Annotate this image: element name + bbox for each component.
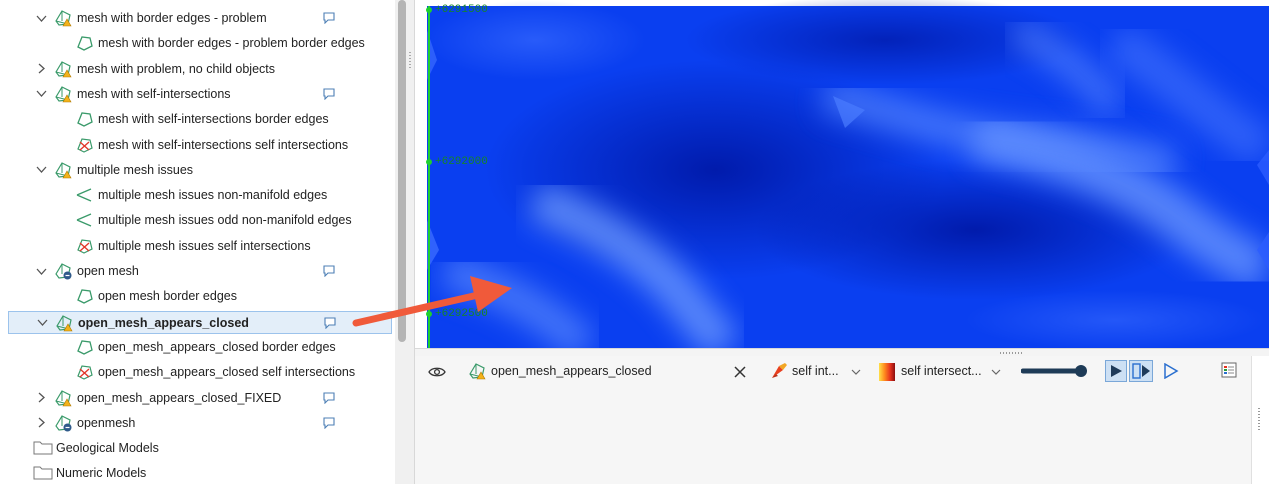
chevron-down-icon[interactable]: [34, 163, 48, 177]
folder-icon: [33, 464, 53, 482]
tree-item-label: mesh with problem, no child objects: [77, 61, 276, 76]
eye-icon[interactable]: [427, 364, 447, 380]
close-icon[interactable]: [731, 364, 749, 380]
tree-item-label: open mesh border edges: [98, 289, 237, 304]
play-icon[interactable]: [1105, 360, 1127, 382]
chevron-down-icon[interactable]: [849, 366, 863, 378]
tree-item-label: mesh with border edges - problem: [77, 11, 267, 25]
chevron-right-icon[interactable]: [34, 62, 48, 76]
tree-item-label: multiple mesh issues non-manifold edges: [98, 188, 328, 203]
chevron-down-icon[interactable]: [34, 87, 48, 101]
tree-item[interactable]: open_mesh_appears_closed: [8, 310, 392, 334]
tree-item-label: multiple mesh issues: [77, 162, 194, 177]
outline-play-icon[interactable]: [1161, 361, 1181, 381]
mesh-warning-icon: [54, 314, 74, 332]
tree-item-label: mesh with self-intersections border edge…: [98, 112, 329, 127]
tree-scrollbar[interactable]: [398, 0, 406, 342]
opacity-slider[interactable]: [1021, 364, 1089, 378]
comment-icon[interactable]: [322, 88, 338, 102]
chevron-down-icon[interactable]: [35, 316, 49, 330]
tree-item[interactable]: multiple mesh issues odd non-manifold ed…: [0, 209, 392, 232]
tree-item-label: Geological Models: [56, 441, 159, 456]
mesh-warning-icon: [53, 60, 73, 78]
chevron-right-icon[interactable]: [34, 416, 48, 430]
tree-item[interactable]: open_mesh_appears_closed self intersecti…: [0, 361, 392, 384]
tree-item[interactable]: mesh with problem, no child objects: [0, 58, 392, 81]
self-intersections-icon: [74, 237, 94, 255]
tree-item-label: multiple mesh issues self intersections: [98, 238, 311, 253]
tree-item[interactable]: multiple mesh issues non-manifold edges: [0, 184, 392, 207]
coordinate-label: +6292500: [435, 308, 488, 320]
comment-icon[interactable]: [322, 265, 338, 279]
shape-list-scrollbar[interactable]: [1251, 356, 1269, 484]
tree-item[interactable]: multiple mesh issues: [0, 159, 392, 182]
tree-item[interactable]: mesh with border edges - problem border …: [0, 32, 392, 55]
tree-item[interactable]: open_mesh_appears_closed_FIXED: [0, 387, 392, 410]
tree-item[interactable]: mesh with border edges - problem: [0, 7, 392, 30]
comment-icon[interactable]: [322, 12, 338, 26]
splitter-grip[interactable]: [409, 52, 411, 70]
tree-splitter[interactable]: [395, 0, 415, 484]
comment-icon[interactable]: [323, 317, 339, 331]
mesh-warning-icon: [467, 362, 487, 380]
border-edges-icon: [74, 110, 94, 128]
tree-item-label: open mesh: [77, 264, 139, 278]
non-manifold-edges-icon: [74, 211, 94, 229]
mesh-warning-icon: [53, 161, 73, 179]
tree-item-label: mesh with self-intersections: [77, 86, 231, 101]
colormap-icon[interactable]: [877, 362, 897, 382]
comment-icon[interactable]: [322, 417, 338, 431]
open-mesh-icon: [53, 262, 73, 280]
tree-item[interactable]: Numeric Models: [0, 462, 392, 484]
tree-item-label: multiple mesh issues odd non-manifold ed…: [98, 213, 352, 228]
shape-list: open_mesh_appears_closed self int... sel…: [415, 356, 1269, 484]
colormap-selector[interactable]: self intersect...: [901, 364, 982, 378]
comment-icon[interactable]: [322, 391, 338, 406]
tree-item-label: openmesh: [77, 415, 136, 430]
mesh-warning-icon: [53, 389, 73, 407]
project-tree: mesh with border edges - problem mesh wit…: [0, 0, 395, 484]
tree-item[interactable]: mesh with self-intersections: [0, 83, 392, 106]
attribute-selector[interactable]: self int...: [792, 364, 839, 378]
border-edges-icon: [74, 338, 94, 356]
tree-item[interactable]: open mesh: [0, 260, 392, 283]
non-manifold-edges-icon: [74, 186, 94, 204]
tree-item[interactable]: mesh with self-intersections border edge…: [0, 108, 392, 131]
tree-item-label: mesh with self-intersections self inters…: [98, 137, 349, 152]
coordinate-label: +6292000: [435, 156, 488, 168]
chevron-down-icon[interactable]: [989, 366, 1003, 378]
tree-item-label: open_mesh_appears_closed_FIXED: [77, 390, 282, 405]
chevron-right-icon[interactable]: [34, 391, 48, 405]
coordinate-label: +6291500: [435, 4, 488, 16]
self-intersections-icon: [74, 136, 94, 154]
tree-item-label: open_mesh_appears_closed: [78, 315, 249, 330]
tree-item-label: mesh with border edges - problem border …: [98, 36, 365, 51]
tree-item-label: open_mesh_appears_closed self intersecti…: [98, 365, 356, 380]
tree-item[interactable]: open_mesh_appears_closed border edges: [0, 336, 392, 359]
self-intersections-icon: [74, 363, 94, 381]
legend-icon[interactable]: [1219, 360, 1239, 380]
border-edges-icon: [74, 287, 94, 305]
tree-item-label: open_mesh_appears_closed border edges: [98, 339, 336, 354]
shape-object-label[interactable]: open_mesh_appears_closed: [491, 364, 652, 378]
folder-icon: [33, 439, 53, 457]
mesh-render: [425, 0, 1269, 348]
mesh-warning-icon: [53, 9, 73, 27]
mesh-warning-icon: [53, 85, 73, 103]
border-edges-icon: [74, 34, 94, 52]
slice-icon[interactable]: [1129, 360, 1153, 382]
paint-icon[interactable]: [769, 362, 789, 380]
scene-view[interactable]: +6291500 +6292000 +6292500: [415, 0, 1269, 348]
chevron-down-icon[interactable]: [34, 11, 48, 25]
splitter-grip[interactable]: [1000, 352, 1022, 354]
open-mesh-icon: [53, 414, 73, 432]
tree-item[interactable]: mesh with self-intersections self inters…: [0, 134, 392, 157]
tree-item[interactable]: Geological Models: [0, 437, 392, 460]
view-splitter[interactable]: [415, 348, 1269, 356]
tree-item[interactable]: openmesh: [0, 412, 392, 435]
tree-item-label: Numeric Models: [56, 466, 147, 481]
tree-item[interactable]: multiple mesh issues self intersections: [0, 235, 392, 258]
chevron-down-icon[interactable]: [34, 264, 48, 278]
tree-item[interactable]: open mesh border edges: [0, 285, 392, 308]
